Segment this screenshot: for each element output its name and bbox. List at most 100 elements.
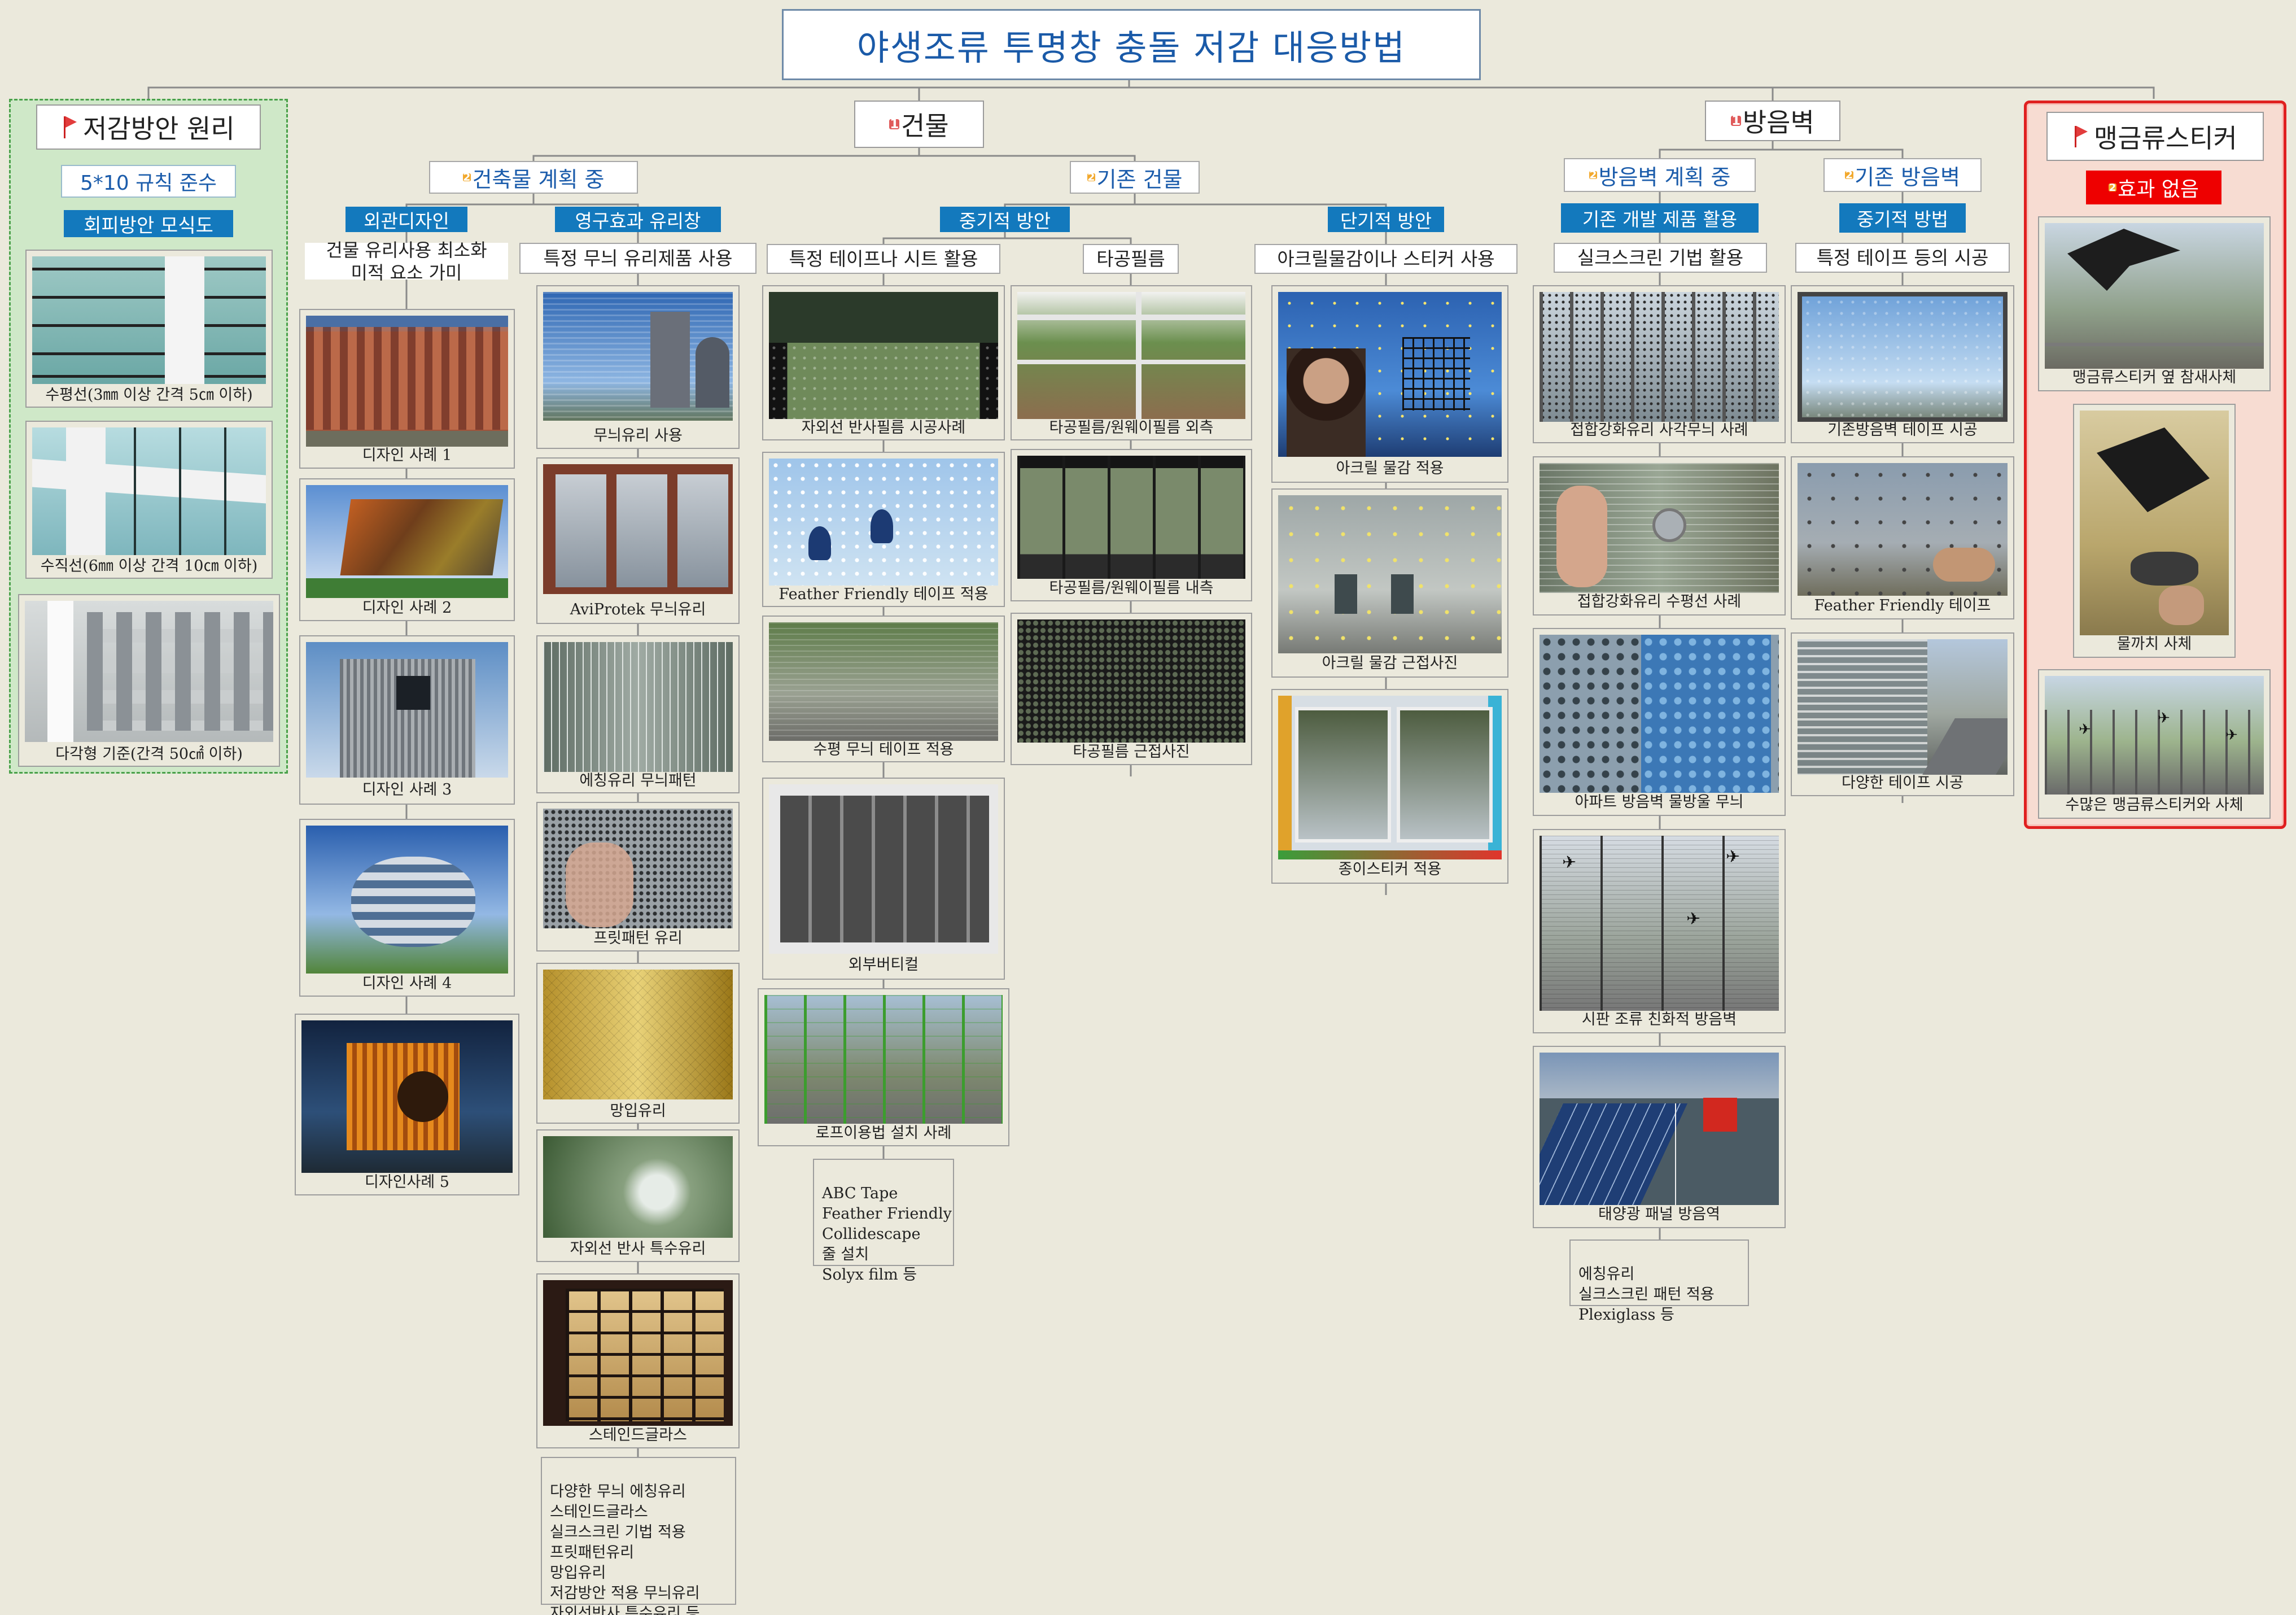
note-line: Feather Friendly (822, 1205, 952, 1223)
image-card[interactable]: 아크릴 물감 근접사진 (1271, 488, 1508, 678)
note-line: Collidescape (822, 1225, 921, 1243)
label-existing-products[interactable]: 기존 개발 제품 활용 (1561, 203, 1759, 233)
label-exterior-design[interactable]: 외관디자인 (346, 207, 467, 232)
image-caption: Feather Friendly 테이프 (1814, 597, 1991, 614)
building-node[interactable]: 1 건물 (854, 101, 984, 148)
image-card[interactable]: 망입유리 (536, 963, 740, 1124)
image-caption: 시판 조류 친화적 방음벽 (1581, 1011, 1737, 1028)
no-effect-label[interactable]: 2 효과 없음 (2086, 171, 2221, 204)
image-card[interactable]: 태양광 패널 방음역 (1533, 1046, 1786, 1228)
image-card[interactable]: 프릿패턴 유리 (536, 802, 740, 951)
note-line: 줄 설치 (822, 1246, 869, 1263)
image-card[interactable]: 타공필름/원웨이필름 외측 (1011, 285, 1252, 440)
priority-badge-2: 2 (462, 171, 471, 184)
building-planning-node[interactable]: 2 건축물 계획 중 (429, 161, 638, 194)
principle-title-text: 저감방안 원리 (83, 114, 235, 144)
image-card[interactable]: 아파트 방음벽 물방울 무늬 (1533, 628, 1786, 816)
image-card[interactable]: 디자인 사례 3 (299, 635, 515, 805)
note-line: 다양한 무늬 에칭유리 (550, 1483, 686, 1500)
image-card[interactable]: 수직선(6㎜ 이상 간격 10㎝ 이하) (25, 421, 273, 579)
image-card[interactable]: 종이스티커 적용 (1271, 689, 1508, 884)
image-caption: 외부버티컬 (848, 956, 919, 974)
image-card[interactable]: 무늬유리 사용 (536, 285, 740, 449)
note-line: 저감방안 적용 무늬유리 (550, 1585, 700, 1602)
image-card[interactable]: 아크릴 물감 적용 (1271, 285, 1508, 483)
rule-5x10[interactable]: 5*10 규칙 준수 (61, 165, 236, 198)
priority-badge-2: 2 (1845, 169, 1853, 181)
image-card[interactable]: 자외선 반사필름 시공사례 (762, 285, 1005, 440)
image-card[interactable]: 디자인사례 5 (295, 1014, 519, 1195)
raptor-sticker-title-text: 맹금류스티커 (2093, 123, 2237, 154)
note-line: ABC Tape (822, 1185, 898, 1202)
flag-icon (62, 116, 78, 138)
image-card[interactable]: 디자인 사례 4 (299, 819, 515, 997)
priority-badge-1: 1 (889, 117, 900, 132)
image-card[interactable]: 타공필름 근접사진 (1011, 613, 1252, 765)
image-card[interactable]: 접합강화유리 수평선 사례 (1533, 456, 1786, 616)
image-card[interactable]: ✈ ✈ ✈ 수많은 맹금류스티커와 사체 (2038, 669, 2271, 819)
image-caption: 스테인드글라스 (589, 1426, 687, 1444)
image-caption: 디자인 사례 1 (362, 447, 452, 464)
image-caption: 무늬유리 사용 (593, 427, 683, 444)
flag-icon (2073, 125, 2089, 148)
bird-icon: ✈ (2225, 727, 2238, 744)
image-caption: 로프이용법 설치 사례 (815, 1124, 952, 1142)
image-card[interactable]: AviProtek 무늬유리 (536, 457, 740, 624)
raptor-sticker-title[interactable]: 맹금류스티커 (2046, 112, 2264, 161)
image-card[interactable]: Feather Friendly 테이프 (1791, 456, 2014, 619)
priority-badge-2: 2 (1589, 169, 1598, 181)
film-desc: 타공필름 (1083, 244, 1179, 274)
image-card[interactable]: 다각형 기준(간격 50㎠ 이하) (18, 594, 280, 767)
soundwall-planning-node[interactable]: 2 방음벽 계획 중 (1564, 158, 1756, 192)
label-midterm[interactable]: 중기적 방안 (940, 207, 1070, 232)
image-card[interactable]: 디자인 사례 2 (299, 478, 515, 621)
soundwall-existing-node[interactable]: 2 기존 방음벽 (1823, 158, 1982, 192)
image-card[interactable]: 로프이용법 설치 사례 (758, 988, 1009, 1146)
soundwall-node[interactable]: 1 방음벽 (1705, 101, 1840, 141)
image-card[interactable]: ✈ ✈ ✈ 시판 조류 친화적 방음벽 (1533, 829, 1786, 1033)
soundwall-title: 방음벽 (1742, 107, 1814, 138)
image-caption: 종이스티커 적용 (1338, 861, 1442, 878)
image-card[interactable]: 물까치 사체 (2073, 404, 2236, 658)
image-card[interactable]: 타공필름/원웨이필름 내측 (1011, 449, 1252, 601)
building-existing-node[interactable]: 2 기존 건물 (1070, 161, 1200, 194)
bird-icon: ✈ (1686, 909, 1701, 929)
image-card[interactable]: 자외선 반사 특수유리 (536, 1129, 740, 1262)
priority-badge-1: 1 (1731, 114, 1742, 128)
image-card[interactable]: 스테인드글라스 (536, 1273, 740, 1448)
soundwall-notes: 에칭유리 실크스크린 패턴 적용 Plexiglass 등 (1569, 1239, 1749, 1324)
tape-install-desc: 특정 테이프 등의 시공 (1795, 243, 2010, 273)
principle-title[interactable]: 저감방안 원리 (36, 104, 261, 150)
image-card[interactable]: 수평 무늬 테이프 적용 (762, 616, 1005, 762)
label-midterm-method[interactable]: 중기적 방법 (1839, 203, 1966, 233)
image-caption: 접합강화유리 사각무늬 사례 (1570, 421, 1748, 439)
image-card[interactable]: 기존방음벽 테이프 시공 (1791, 285, 2014, 443)
bird-icon: ✈ (1562, 853, 1577, 872)
image-caption: Feather Friendly 테이프 적용 (779, 586, 989, 603)
note-line: 망입유리 (550, 1564, 606, 1582)
image-card[interactable]: 디자인 사례 1 (299, 309, 515, 469)
image-caption: 타공필름 근접사진 (1073, 743, 1190, 761)
building-existing-title: 기존 건물 (1096, 167, 1183, 192)
image-caption: 맹금류스티커 옆 참새사체 (2072, 369, 2237, 386)
note-line: 에칭유리 (1578, 1265, 1635, 1283)
image-card[interactable]: 수평선(3㎜ 이상 간격 5㎝ 이하) (25, 250, 273, 408)
image-caption: AviProtek 무늬유리 (570, 601, 706, 618)
image-card[interactable]: Feather Friendly 테이프 적용 (762, 452, 1005, 607)
image-card[interactable]: 다양한 테이프 시공 (1791, 632, 2014, 796)
no-effect-text: 효과 없음 (2118, 178, 2199, 201)
image-card[interactable]: 맹금류스티커 옆 참새사체 (2038, 216, 2271, 391)
bird-icon: ✈ (2158, 710, 2170, 727)
silkscreen-desc: 실크스크린 기법 활용 (1554, 243, 1767, 273)
image-caption: 아파트 방음벽 물방울 무늬 (1575, 793, 1744, 811)
image-card[interactable]: 외부버티컬 (762, 778, 1005, 980)
image-card[interactable]: 접합강화유리 사각무늬 사례 (1533, 285, 1786, 443)
image-caption: 다양한 테이프 시공 (1842, 774, 1963, 792)
image-caption: 타공필름/원웨이필름 내측 (1049, 579, 1214, 597)
label-permanent-glass[interactable]: 영구효과 유리창 (555, 207, 721, 232)
label-shortterm[interactable]: 단기적 방안 (1328, 207, 1444, 232)
image-caption: 디자인사례 5 (365, 1173, 449, 1191)
diagram-label[interactable]: 회피방안 모식도 (64, 210, 233, 237)
tape-desc: 특정 테이프나 시트 활용 (767, 244, 1000, 274)
image-card[interactable]: 에칭유리 무늬패턴 (536, 635, 740, 793)
